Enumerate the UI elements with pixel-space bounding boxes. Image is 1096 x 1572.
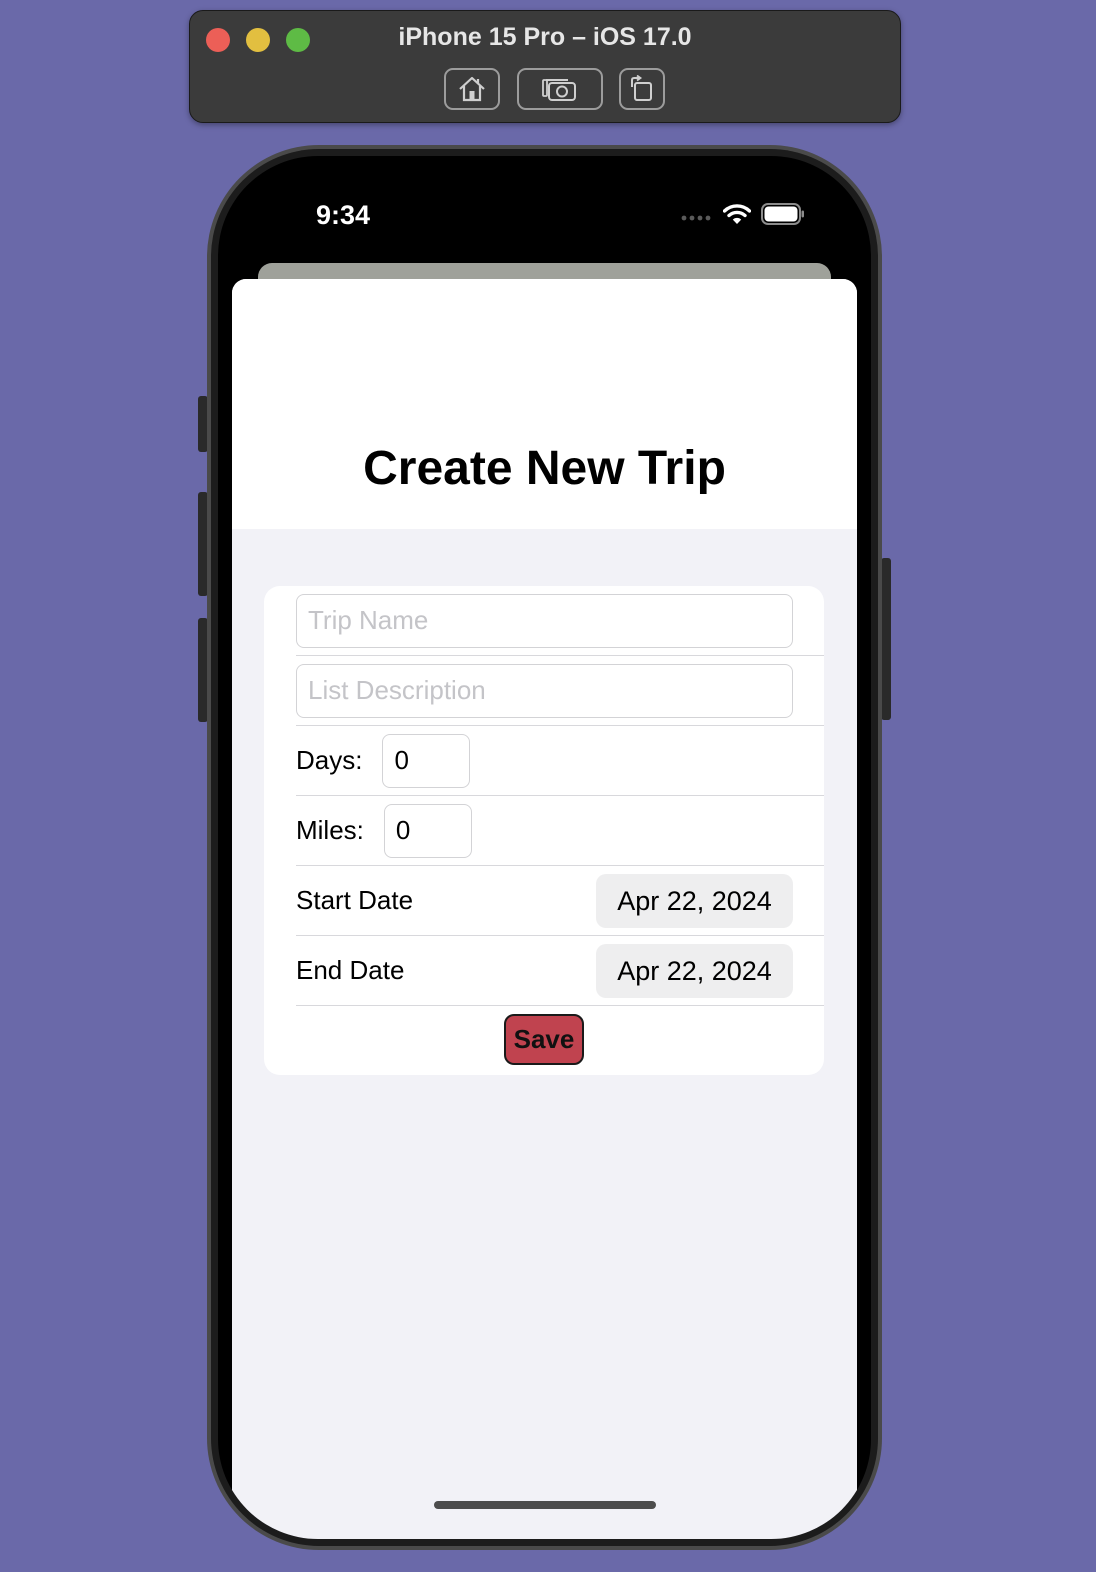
rotate-button[interactable] [619, 68, 665, 110]
end-date-row: End Date Apr 22, 2024 [296, 936, 824, 1006]
phone-screen: 9:34 Create New Trip Trip Name List Desc… [218, 156, 871, 1539]
rotate-icon [629, 75, 655, 103]
miles-label: Miles: [296, 815, 364, 845]
create-trip-sheet: Create New Trip Days: Miles: Start Date … [232, 279, 857, 1539]
screenshot-icon [542, 75, 578, 103]
days-row: Days: [296, 726, 824, 796]
simulator-title: iPhone 15 Pro – iOS 17.0 [398, 23, 692, 51]
power-button [881, 558, 891, 720]
page-title: Create New Trip [363, 442, 726, 495]
cellular-dots-icon [681, 208, 713, 226]
trip-form: Days: Miles: Start Date Apr 22, 2024 End… [264, 586, 824, 1075]
status-time: 9:34 [316, 200, 371, 230]
sheet-header: Create New Trip [232, 279, 857, 529]
list-description-row [296, 656, 824, 726]
status-icons [681, 203, 805, 230]
wifi-icon [722, 203, 752, 230]
trip-name-row [296, 586, 824, 656]
miles-row: Miles: [296, 796, 824, 866]
list-description-input[interactable] [296, 663, 793, 718]
end-date-label: End Date [296, 955, 405, 985]
save-button[interactable]: Save [504, 1014, 584, 1065]
end-date-picker[interactable]: Apr 22, 2024 [596, 944, 793, 998]
days-input[interactable] [382, 733, 471, 788]
trip-name-input[interactable] [296, 593, 793, 648]
start-date-label: Start Date [296, 885, 414, 915]
days-label: Days: [296, 745, 363, 775]
simulator-toolbar: iPhone 15 Pro – iOS 17.0 [189, 10, 901, 123]
home-icon [457, 75, 487, 103]
home-button[interactable] [444, 68, 500, 110]
battery-icon [761, 203, 805, 230]
start-date-row: Start Date Apr 22, 2024 [296, 866, 824, 936]
screenshot-button[interactable] [517, 68, 603, 110]
miles-input[interactable] [383, 803, 472, 858]
home-indicator [434, 1501, 656, 1509]
start-date-picker[interactable]: Apr 22, 2024 [596, 874, 793, 928]
